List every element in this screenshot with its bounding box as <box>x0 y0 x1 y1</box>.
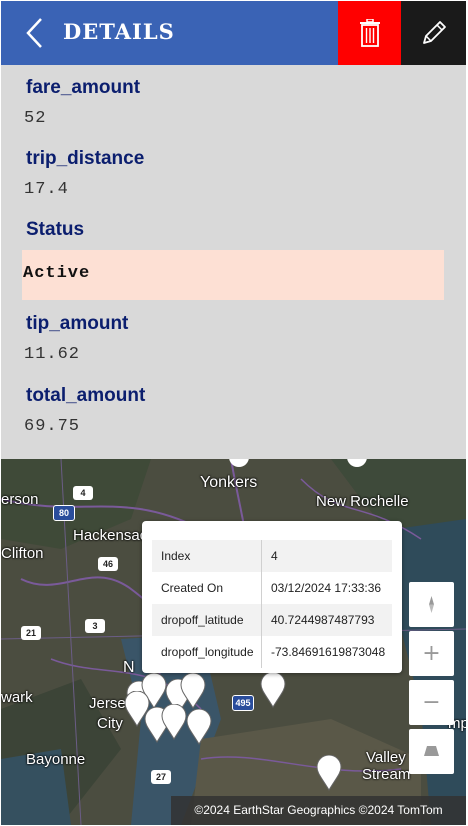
table-row: dropoff_latitude 40.7244987487793 <box>152 604 392 636</box>
field-value-total-amount: 69.75 <box>24 417 81 436</box>
pitch-button[interactable] <box>409 729 454 774</box>
place-label: City <box>97 715 123 732</box>
table-row: Index 4 <box>152 540 392 572</box>
highway-shield: 4 <box>73 486 93 500</box>
field-value-trip-distance: 17.4 <box>24 180 69 199</box>
place-label: erson <box>1 491 39 508</box>
highway-shield: 80 <box>53 505 75 521</box>
back-button[interactable] <box>19 15 55 51</box>
header-bar: DETAILS <box>0 0 468 65</box>
map-pin-icon[interactable] <box>316 755 342 791</box>
highway-shield: 3 <box>85 619 105 633</box>
page-title: DETAILS <box>63 19 175 44</box>
status-field: Active <box>22 250 444 300</box>
plus-icon: + <box>422 641 441 666</box>
compass-button[interactable] <box>409 582 454 627</box>
table-row: dropoff_longitude -73.84691619873048 <box>152 636 392 668</box>
map-attribution: ©2024 EarthStar Geographics ©2024 TomTom <box>171 796 466 825</box>
highway-shield: 27 <box>151 770 171 784</box>
delete-button[interactable] <box>338 1 401 65</box>
zoom-in-button[interactable]: + <box>409 631 454 676</box>
field-value-status: Active <box>23 264 91 283</box>
pitch-icon <box>424 746 439 756</box>
highway-shield: 21 <box>21 626 41 640</box>
map-pin-icon[interactable] <box>161 704 187 740</box>
place-label: Yonkers <box>200 474 258 491</box>
title-bar: DETAILS <box>1 1 338 65</box>
edit-button[interactable] <box>401 1 466 65</box>
popup-key: dropoff_latitude <box>152 604 262 636</box>
highway-shield: 46 <box>98 557 118 571</box>
field-label-fare-amount: fare_amount <box>26 77 141 98</box>
details-form: fare_amount 52 trip_distance 17.4 Status… <box>1 65 466 459</box>
popup-value: 4 <box>261 540 392 572</box>
place-label: wark <box>1 689 33 706</box>
field-label-total-amount: total_amount <box>26 385 146 406</box>
minus-icon: − <box>422 690 441 715</box>
popup-key: dropoff_longitude <box>152 636 262 668</box>
compass-icon <box>429 596 434 613</box>
popup-key: Created On <box>152 572 262 604</box>
field-label-trip-distance: trip_distance <box>26 148 145 169</box>
place-label: Clifton <box>1 545 44 562</box>
popup-key: Index <box>152 540 262 572</box>
popup-value: 03/12/2024 17:33:36 <box>271 581 382 595</box>
highway-shield: 495 <box>232 695 254 711</box>
field-value-tip-amount: 11.62 <box>24 345 81 364</box>
map-pin-icon[interactable] <box>260 672 286 708</box>
popup-table: Index 4 Created On 03/12/2024 17:33:36 d… <box>152 540 392 668</box>
place-label: Bayonne <box>26 751 86 768</box>
field-label-tip-amount: tip_amount <box>26 313 129 334</box>
map-popup: Index 4 Created On 03/12/2024 17:33:36 d… <box>142 521 402 673</box>
details-screen: DETAILS fare_amount 52 trip_distance 17.… <box>0 0 468 826</box>
place-label: Stream <box>362 766 411 783</box>
table-row: Created On 03/12/2024 17:33:36 <box>152 572 392 604</box>
popup-value: 40.7244987487793 <box>261 604 392 636</box>
pencil-icon <box>422 21 446 44</box>
place-label: Valley <box>366 749 406 766</box>
place-label: Jerse <box>89 695 126 712</box>
trash-icon <box>359 19 380 47</box>
map-pin-icon[interactable] <box>186 709 212 745</box>
place-label: New Rochelle <box>316 493 409 510</box>
field-value-fare-amount: 52 <box>24 109 47 128</box>
chevron-left-icon <box>26 18 42 48</box>
map-view[interactable]: Yonkers New Rochelle erson Hackensack Cl… <box>1 459 466 825</box>
popup-value: -73.84691619873048 <box>271 645 386 659</box>
field-label-status: Status <box>26 219 85 240</box>
place-label: N <box>123 659 135 676</box>
zoom-out-button[interactable]: − <box>409 680 454 725</box>
